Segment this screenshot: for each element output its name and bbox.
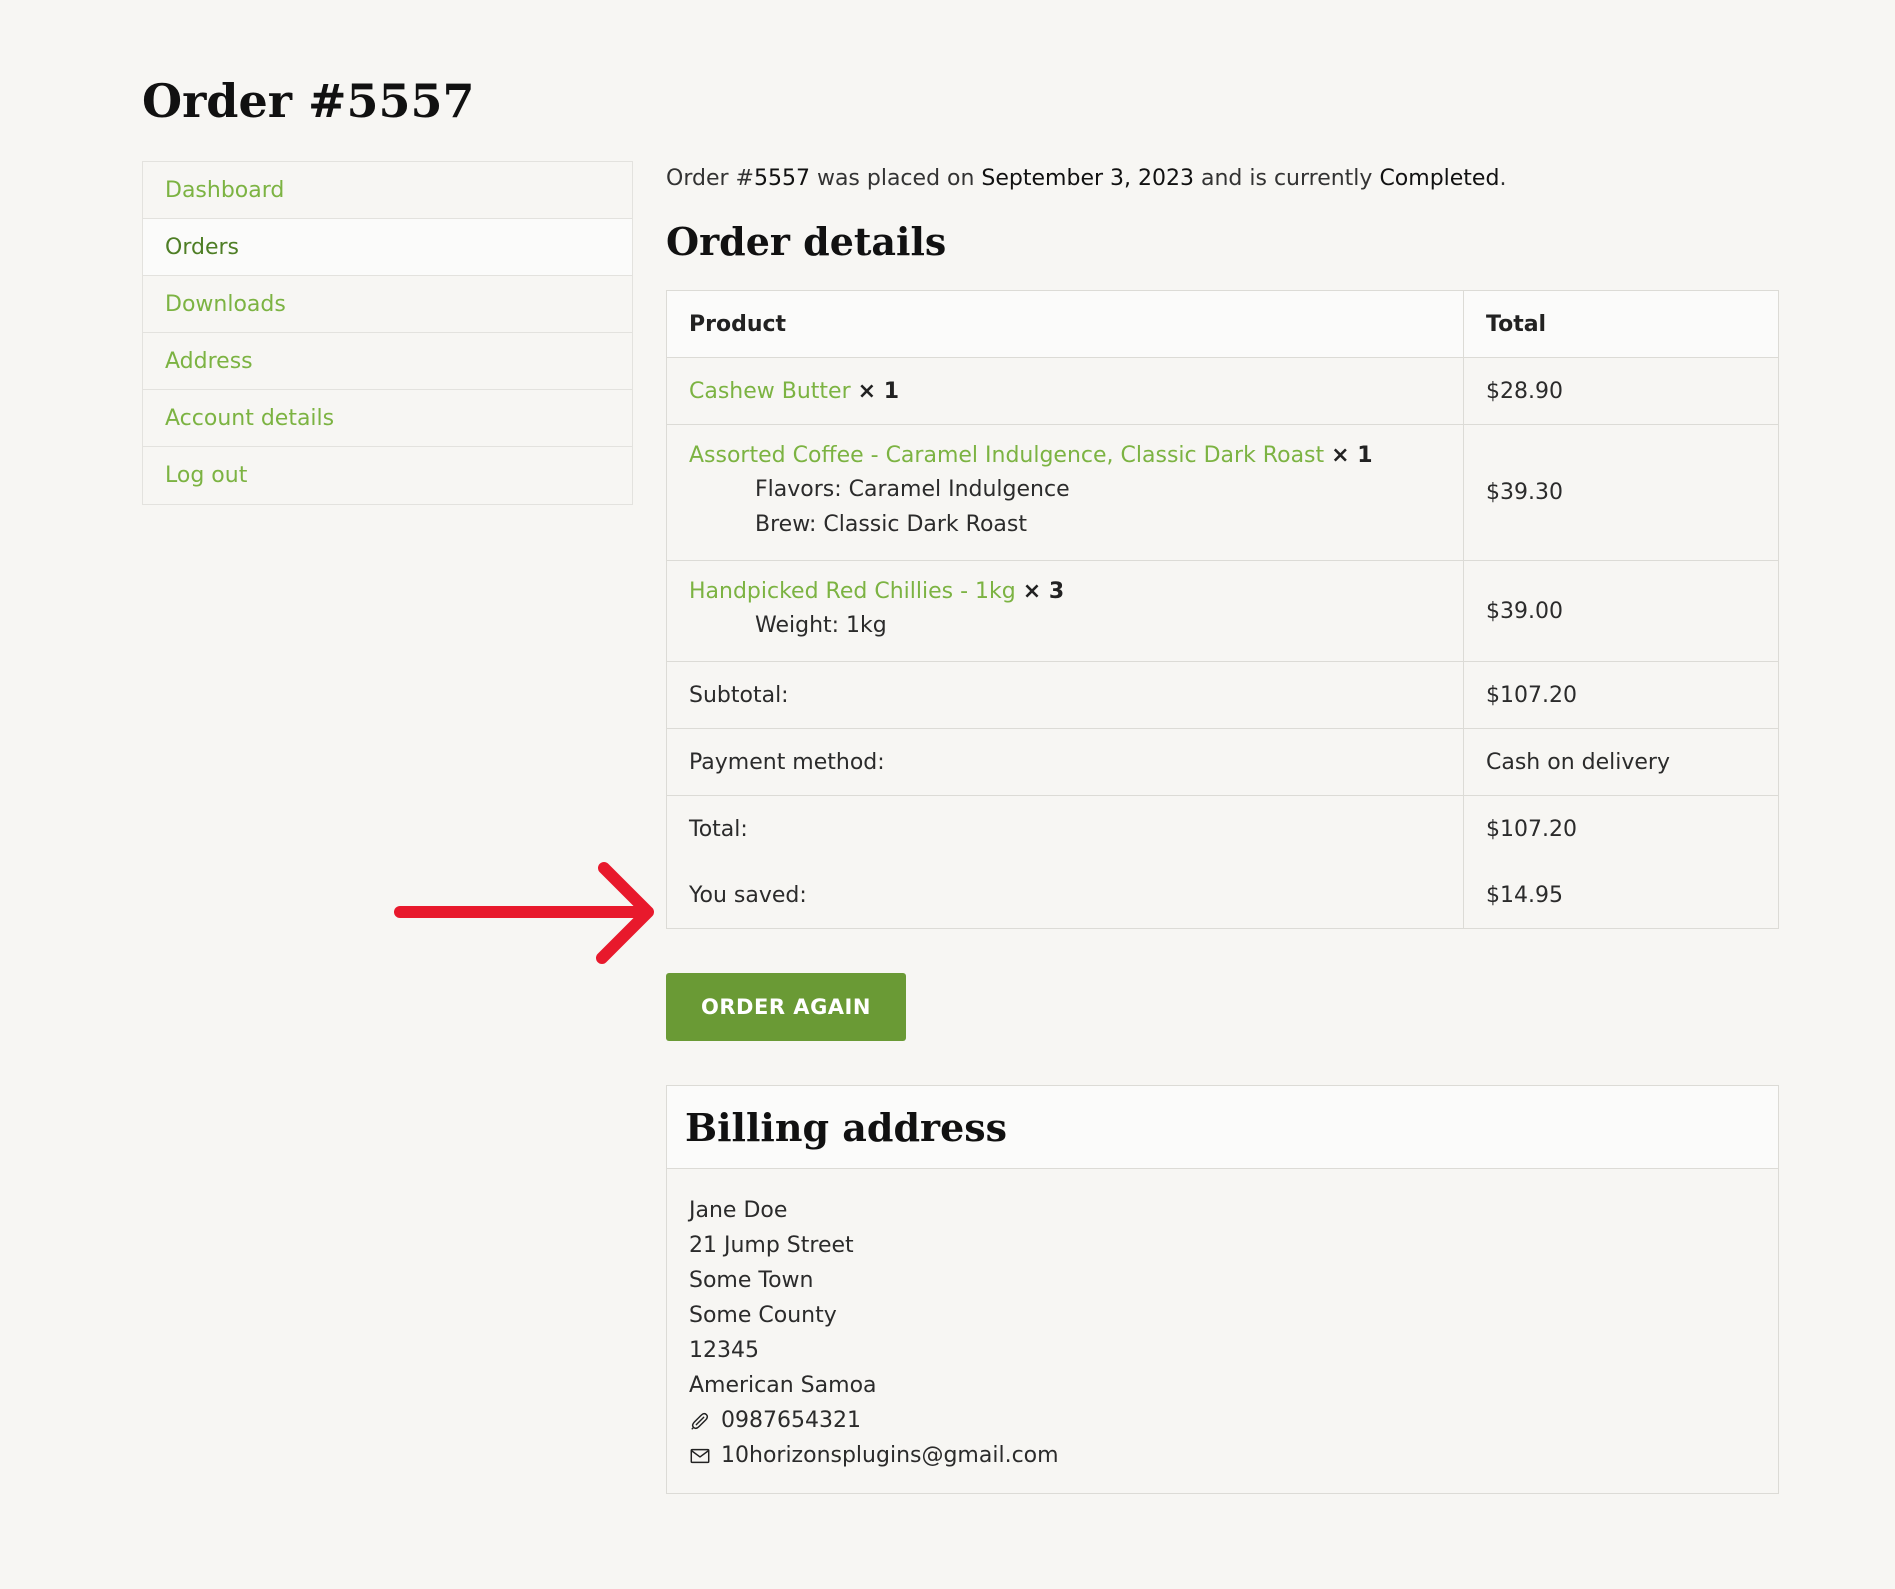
subtotal-row: Subtotal: $107.20 bbox=[666, 661, 1779, 729]
order-status-prefix: Order # bbox=[666, 166, 754, 191]
billing-phone-line: 0987654321 bbox=[689, 1403, 1756, 1438]
phone-icon bbox=[691, 1412, 709, 1430]
billing-address-section: Billing address Jane Doe 21 Jump Street … bbox=[666, 1085, 1779, 1494]
order-item-product: Handpicked Red Chillies - 1kg × 3 Weight… bbox=[666, 560, 1464, 662]
order-item-row: Assorted Coffee - Caramel Indulgence, Cl… bbox=[666, 424, 1779, 561]
order-details-table: Product Total Cashew Butter × 1 $28.90 A… bbox=[666, 290, 1779, 929]
product-quantity: × 1 bbox=[857, 378, 900, 404]
billing-phone: 0987654321 bbox=[721, 1408, 861, 1433]
nav-link-account-details[interactable]: Account details bbox=[165, 406, 334, 431]
billing-town: Some Town bbox=[689, 1268, 814, 1293]
total-value: $107.20 bbox=[1463, 795, 1779, 862]
nav-link-downloads[interactable]: Downloads bbox=[165, 292, 286, 317]
order-status-text: Order #5557 was placed on September 3, 2… bbox=[666, 166, 1779, 191]
product-variation-meta: Flavors: Caramel Indulgence Brew: Classi… bbox=[755, 472, 1441, 542]
nav-item-log-out[interactable]: Log out bbox=[143, 447, 632, 504]
subtotal-value: $107.20 bbox=[1463, 661, 1779, 729]
billing-name: Jane Doe bbox=[689, 1198, 788, 1223]
you-saved-label: You saved: bbox=[666, 862, 1464, 929]
order-item-product: Assorted Coffee - Caramel Indulgence, Cl… bbox=[666, 424, 1464, 561]
subtotal-label: Subtotal: bbox=[666, 661, 1464, 729]
billing-address-body: Jane Doe 21 Jump Street Some Town Some C… bbox=[667, 1169, 1778, 1493]
envelope-icon bbox=[690, 1448, 710, 1463]
order-item-total: $28.90 bbox=[1463, 357, 1779, 425]
nav-link-log-out[interactable]: Log out bbox=[165, 463, 247, 488]
product-link-red-chillies[interactable]: Handpicked Red Chillies - 1kg bbox=[689, 579, 1016, 604]
order-status-connector: and is currently bbox=[1194, 166, 1380, 191]
total-row: Total: $107.20 bbox=[667, 795, 1779, 862]
payment-method-label: Payment method: bbox=[666, 728, 1464, 796]
order-again-button[interactable]: ORDER AGAIN bbox=[666, 973, 906, 1041]
order-item-product: Cashew Butter × 1 bbox=[666, 357, 1464, 425]
red-arrow-icon bbox=[394, 862, 654, 964]
order-placed-text: was placed on bbox=[809, 166, 982, 191]
column-header-product: Product bbox=[666, 290, 1464, 358]
payment-method-row: Payment method: Cash on delivery bbox=[666, 728, 1779, 796]
nav-link-dashboard[interactable]: Dashboard bbox=[165, 178, 284, 203]
billing-street: 21 Jump Street bbox=[689, 1233, 854, 1258]
product-link-assorted-coffee[interactable]: Assorted Coffee - Caramel Indulgence, Cl… bbox=[689, 443, 1324, 468]
billing-address-header: Billing address bbox=[667, 1086, 1778, 1169]
product-quantity: × 3 bbox=[1022, 579, 1065, 604]
account-navigation: Dashboard Orders Downloads Address Accou… bbox=[142, 161, 633, 505]
nav-link-orders[interactable]: Orders bbox=[165, 235, 239, 260]
order-number: 5557 bbox=[753, 166, 810, 191]
product-variation-meta: Weight: 1kg bbox=[755, 608, 1441, 643]
order-item-total: $39.30 bbox=[1463, 424, 1779, 561]
nav-item-address[interactable]: Address bbox=[143, 333, 632, 390]
order-item-row: Handpicked Red Chillies - 1kg × 3 Weight… bbox=[666, 560, 1779, 662]
column-header-total: Total bbox=[1463, 290, 1779, 358]
variation-meta-item: Weight: 1kg bbox=[755, 613, 887, 638]
order-date: September 3, 2023 bbox=[981, 166, 1194, 191]
order-status-value: Completed bbox=[1379, 166, 1500, 191]
variation-meta-item: Brew: Classic Dark Roast bbox=[755, 512, 1027, 537]
nav-item-account-details[interactable]: Account details bbox=[143, 390, 632, 447]
billing-address-heading: Billing address bbox=[685, 1104, 1008, 1150]
product-quantity: × 1 bbox=[1331, 443, 1373, 468]
order-details-heading: Order details bbox=[666, 219, 947, 264]
you-saved-value: $14.95 bbox=[1463, 862, 1779, 929]
billing-county: Some County bbox=[689, 1303, 837, 1328]
nav-item-downloads[interactable]: Downloads bbox=[143, 276, 632, 333]
table-header-row: Product Total bbox=[666, 290, 1779, 358]
order-main-content: Order #5557 was placed on September 3, 2… bbox=[666, 160, 1779, 1494]
billing-country: American Samoa bbox=[689, 1373, 877, 1398]
total-label: Total: bbox=[689, 816, 748, 842]
order-item-row: Cashew Butter × 1 $28.90 bbox=[666, 357, 1779, 425]
page-title: Order #5557 bbox=[142, 74, 475, 128]
nav-item-dashboard[interactable]: Dashboard bbox=[143, 162, 632, 219]
you-saved-row: You saved: $14.95 bbox=[666, 862, 1779, 929]
product-link-cashew-butter[interactable]: Cashew Butter bbox=[689, 379, 851, 404]
variation-meta-item: Flavors: Caramel Indulgence bbox=[755, 477, 1070, 502]
nav-link-address[interactable]: Address bbox=[165, 349, 253, 374]
order-item-total: $39.00 bbox=[1463, 560, 1779, 662]
order-status-suffix: . bbox=[1499, 166, 1507, 191]
billing-email-line: 10horizonsplugins@gmail.com bbox=[689, 1438, 1756, 1473]
payment-method-value: Cash on delivery bbox=[1463, 728, 1779, 796]
nav-item-orders[interactable]: Orders bbox=[143, 219, 632, 276]
billing-email: 10horizonsplugins@gmail.com bbox=[721, 1443, 1059, 1468]
billing-postcode: 12345 bbox=[689, 1338, 759, 1363]
